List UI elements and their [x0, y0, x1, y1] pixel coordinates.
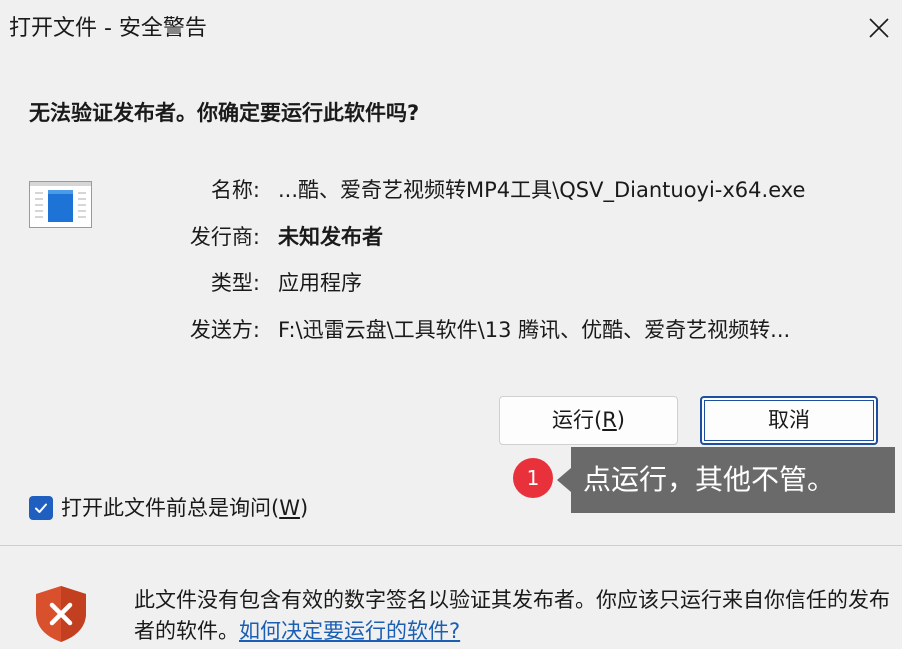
field-label: 名称:	[210, 178, 260, 202]
title-bar: 打开文件 - 安全警告	[0, 0, 902, 56]
step-number-badge: 1	[513, 458, 553, 498]
always-ask-checkbox-row[interactable]: 打开此文件前总是询问(W)	[29, 492, 308, 524]
help-link[interactable]: 如何决定要运行的软件?	[239, 619, 460, 643]
run-button[interactable]: 运行(R)	[499, 396, 678, 445]
close-button[interactable]	[856, 0, 902, 56]
warning-message: 此文件没有包含有效的数字签名以验证其发布者。你应该只运行来自你信任的发布者的软件…	[134, 585, 894, 647]
window-title: 打开文件 - 安全警告	[9, 16, 207, 41]
field-value: ...酷、爱奇艺视频转MP4工具\QSV_Diantuoyi-x64.exe	[278, 178, 806, 202]
annotation-tooltip: 点运行，其他不管。	[571, 447, 895, 513]
always-ask-label-prefix: 打开此文件前总是询问(	[61, 496, 280, 520]
close-icon	[869, 18, 889, 38]
field-value: 未知发布者	[278, 225, 383, 249]
field-label: 类型:	[210, 271, 260, 295]
checkmark-icon	[35, 503, 47, 513]
run-label-prefix: 运行(	[552, 408, 603, 432]
always-ask-accelerator: W	[279, 496, 300, 520]
always-ask-label: 打开此文件前总是询问(W)	[61, 492, 308, 524]
field-label: 发送方:	[189, 318, 260, 342]
dialog-heading: 无法验证发布者。你确定要运行此软件吗?	[29, 101, 420, 125]
field-value: 应用程序	[278, 271, 362, 295]
run-accelerator: R	[602, 408, 617, 432]
tooltip-arrow	[557, 468, 571, 492]
always-ask-checkbox[interactable]	[29, 496, 53, 520]
run-label-suffix: )	[616, 408, 625, 432]
security-warning-dialog: 打开文件 - 安全警告 无法验证发布者。你确定要运行此软件吗? 名称: ...酷…	[0, 0, 902, 649]
application-file-icon	[29, 181, 92, 228]
field-label: 发行商:	[189, 225, 260, 249]
field-value: F:\迅雷云盘\工具软件\13 腾讯、优酷、爱奇艺视频转...	[278, 318, 791, 342]
always-ask-label-suffix: )	[299, 496, 309, 520]
cancel-button[interactable]: 取消	[700, 396, 878, 445]
shield-warning-icon	[34, 585, 88, 643]
